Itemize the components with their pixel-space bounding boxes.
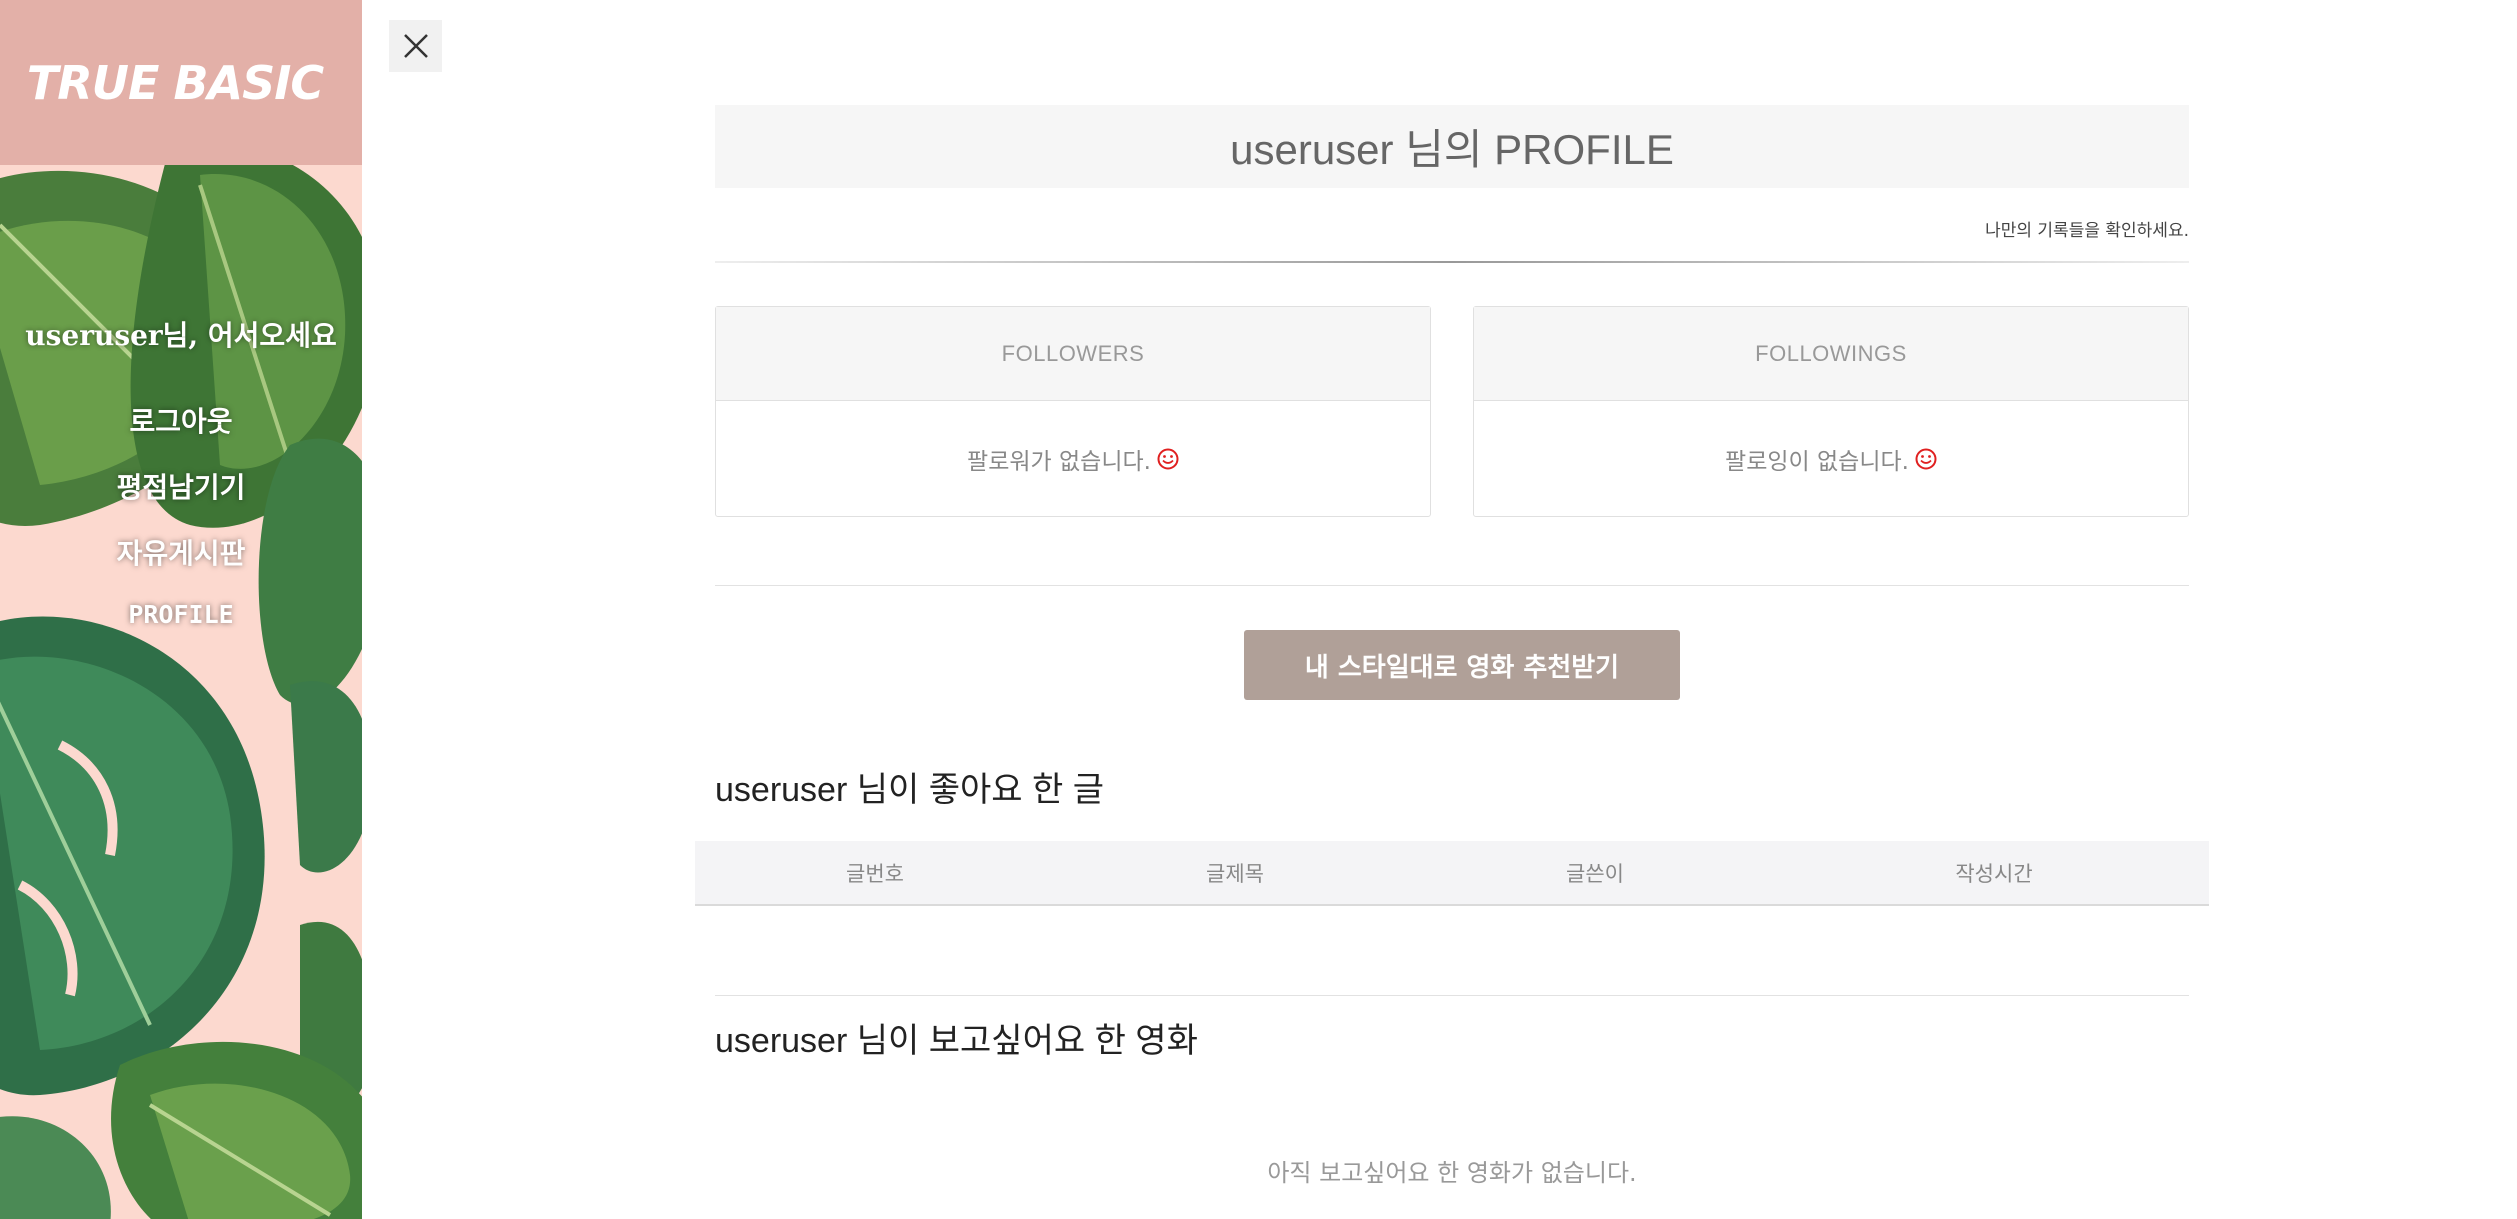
- page-title: useruser 님의 PROFILE: [1230, 126, 1674, 173]
- title-box: useruser 님의 PROFILE: [715, 105, 2189, 188]
- smile-icon: [1157, 448, 1179, 470]
- followings-card: FOLLOWINGS 팔로잉이 없습니다.: [1473, 306, 2189, 517]
- divider: [715, 585, 2189, 586]
- recommend-button[interactable]: 내 스타일대로 영화 추천받기: [1244, 630, 1680, 700]
- nav-board[interactable]: 자유게시판: [0, 532, 362, 572]
- followings-body: 팔로잉이 없습니다.: [1474, 401, 2188, 517]
- nav-profile[interactable]: PROFILE: [0, 600, 362, 629]
- greeting-text: useruser님, 어서오세요: [25, 319, 337, 352]
- followings-empty-text: 팔로잉이 없습니다.: [1725, 449, 1909, 475]
- side-nav: useruser님, 어서오세요 로그아웃 평점남기기 자유게시판 PROFIL…: [0, 300, 362, 629]
- nav-rating[interactable]: 평점남기기: [0, 466, 362, 506]
- column-header-author: 글쓴이: [1566, 861, 1624, 886]
- close-button[interactable]: [389, 20, 442, 72]
- divider: [715, 995, 2189, 996]
- nav-logout[interactable]: 로그아웃: [0, 400, 362, 440]
- followers-card: FOLLOWERS 팔로워가 없습니다.: [715, 306, 1431, 517]
- divider: [715, 261, 2189, 263]
- followers-body: 팔로워가 없습니다.: [716, 401, 1430, 517]
- followers-empty-text: 팔로워가 없습니다.: [967, 449, 1151, 475]
- column-header-number: 글번호: [846, 861, 904, 886]
- close-icon: [403, 34, 428, 58]
- sidebar: TRUE BASIC useruser님, 어서오세요 로그아웃 평점남기기 자…: [0, 0, 362, 1219]
- wishlist-empty-text: 아직 보고싶어요 한 영화가 없습니다.: [1267, 1159, 1637, 1187]
- smile-icon: [1915, 448, 1937, 470]
- page-subtitle: 나만의 기록들을 확인하세요.: [1985, 221, 2189, 241]
- logo-header[interactable]: TRUE BASIC: [0, 0, 362, 165]
- liked-posts-table-header: 글번호 글제목 글쓴이 작성시간: [695, 841, 2209, 906]
- column-header-time: 작성시간: [1955, 861, 2033, 886]
- followings-header: FOLLOWINGS: [1474, 307, 2188, 401]
- column-header-title: 글제목: [1206, 861, 1264, 886]
- logo[interactable]: TRUE BASIC: [27, 56, 324, 110]
- wishlist-title: useruser 님이 보고싶어요 한 영화: [715, 1022, 1198, 1060]
- liked-posts-title: useruser 님이 좋아요 한 글: [715, 771, 1105, 809]
- followers-header: FOLLOWERS: [716, 307, 1430, 401]
